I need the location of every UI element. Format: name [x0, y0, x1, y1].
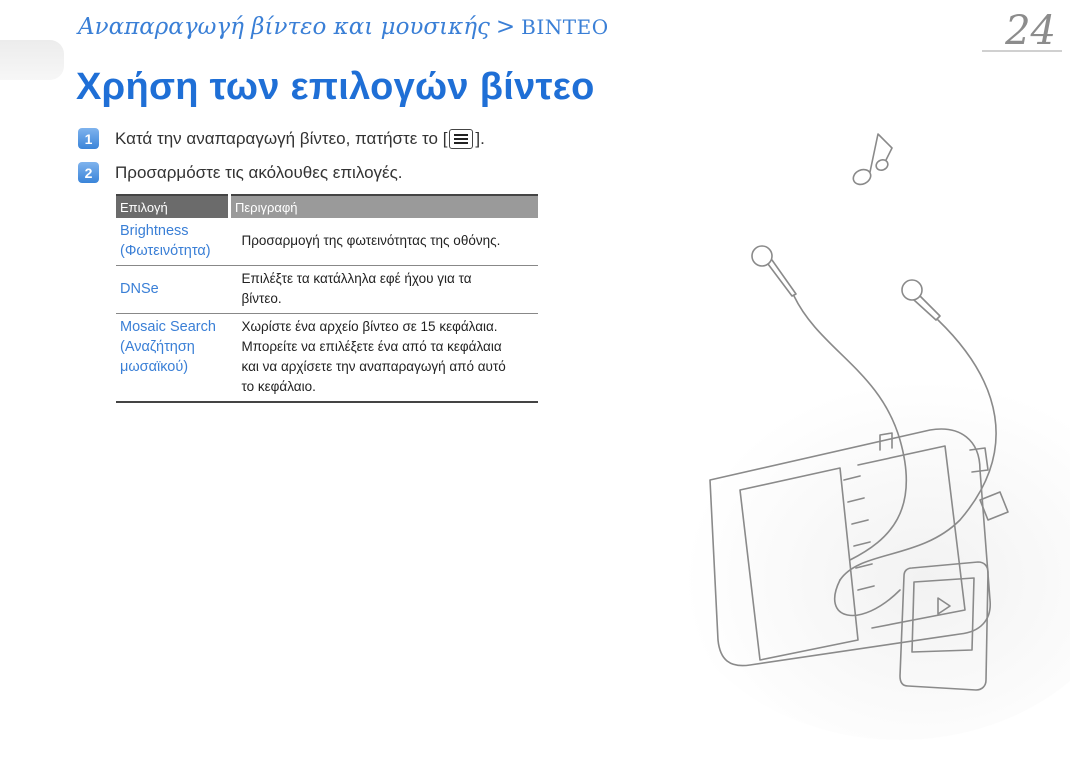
- step-text: Προσαρμόστε τις ακόλουθες επιλογές.: [115, 162, 403, 182]
- step-text-before: Κατά την αναπαραγωγή βίντεο, πατήστε το …: [115, 128, 448, 148]
- step-2: 2 Προσαρμόστε τις ακόλουθες επιλογές.: [78, 162, 403, 183]
- menu-icon: [449, 128, 474, 149]
- left-page-tab: [0, 40, 64, 80]
- breadcrumb-separator: >: [495, 14, 516, 40]
- table-header-row: Επιλογή Περιγραφή: [116, 195, 538, 218]
- breadcrumb-parent: Αναπαραγωγή βίντεο και μουσικής: [78, 14, 490, 40]
- page-title: Χρήση των επιλογών βίντεο: [76, 66, 595, 108]
- column-header-option: Επιλογή: [116, 195, 230, 218]
- column-header-description: Περιγραφή: [228, 195, 538, 218]
- breadcrumb: Αναπαραγωγή βίντεο και μουσικής > BINTEO: [78, 14, 609, 40]
- option-description: Επιλέξτε τα κατάλληλα εφέ ήχου για τα βί…: [229, 265, 538, 314]
- step-number-badge: 2: [78, 162, 99, 183]
- table-row: DNSe Επιλέξτε τα κατάλληλα εφέ ήχου για …: [116, 265, 538, 314]
- option-description: Χωρίστε ένα αρχείο βίντεο σε 15 κεφάλαια…: [229, 313, 538, 403]
- music-note-icon: [852, 133, 893, 186]
- step-number-badge: 1: [78, 128, 99, 149]
- illustration-background-glow: [660, 340, 1070, 740]
- breadcrumb-section: BINTEO: [521, 15, 609, 39]
- option-description: Προσαρμογή της φωτεινότητας της οθόνης.: [229, 218, 538, 266]
- option-name: DNSe: [116, 265, 230, 314]
- page-number-underline: [982, 50, 1062, 52]
- table-row: Brightness (Φωτεινότητα) Προσαρμογή της …: [116, 218, 538, 266]
- table-row: Mosaic Search (Αναζήτηση μωσαϊκού) Χωρίσ…: [116, 313, 538, 403]
- earphones-planner-player-illustration: [660, 133, 1070, 740]
- page-number: 24: [1005, 8, 1056, 54]
- options-table: Επιλογή Περιγραφή Brightness (Φωτεινότητ…: [116, 194, 538, 403]
- option-name: Mosaic Search (Αναζήτηση μωσαϊκού): [116, 313, 230, 403]
- option-name: Brightness (Φωτεινότητα): [116, 218, 230, 266]
- step-1: 1 Κατά την αναπαραγωγή βίντεο, πατήστε τ…: [78, 128, 485, 149]
- step-text-after: ].: [475, 128, 485, 148]
